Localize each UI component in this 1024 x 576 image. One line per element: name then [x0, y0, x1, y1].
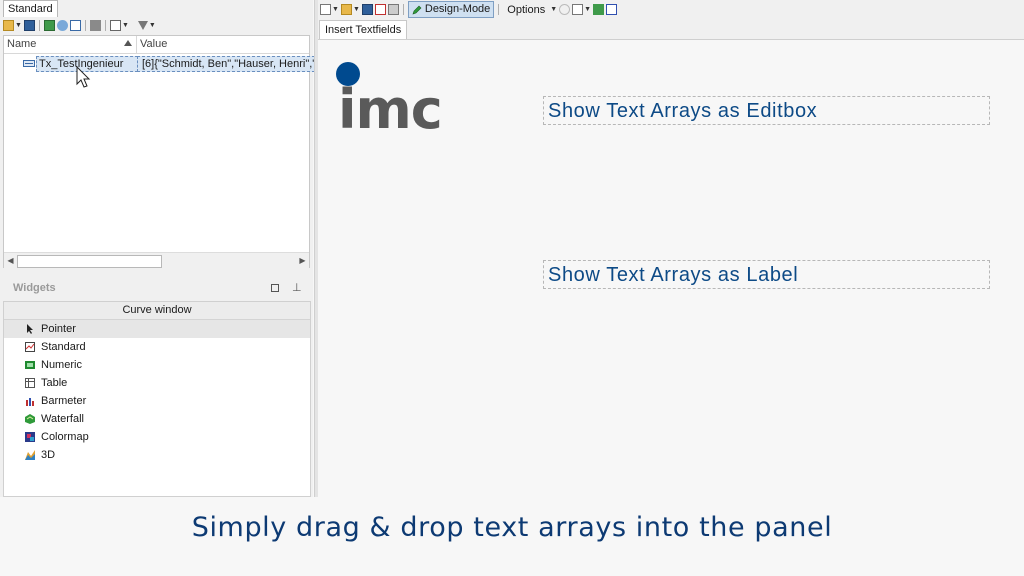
standard-chart-icon — [25, 342, 35, 352]
toolbar-separator — [498, 4, 500, 15]
variable-list[interactable]: Name Value Tx_TestIngenieur [6]{"Schmidt… — [3, 35, 315, 268]
widget-item-table[interactable]: Table — [4, 374, 310, 392]
widgets-header: Widgets ⊥ — [3, 278, 310, 299]
design-mode-button[interactable]: Design-Mode — [407, 1, 495, 18]
colormap-icon — [25, 432, 35, 442]
toolbar-separator — [402, 4, 404, 15]
widget-label: 3D — [41, 449, 56, 461]
widget-item-3d[interactable]: 3D — [4, 446, 310, 464]
scroll-left-arrow-icon[interactable]: ◀ — [5, 254, 16, 267]
textfield-editbox[interactable]: Show Text Arrays as Editbox — [543, 96, 990, 125]
widget-item-colormap[interactable]: Colormap — [4, 428, 310, 446]
tab-insert-textfields[interactable]: Insert Textfields — [319, 20, 408, 39]
import-icon[interactable] — [43, 19, 55, 31]
open-folder-icon[interactable] — [340, 4, 352, 15]
widget-item-standard[interactable]: Standard — [4, 338, 310, 356]
toolbar-separator — [38, 19, 40, 31]
widget-label: Waterfall — [41, 413, 84, 425]
filter-icon[interactable] — [137, 20, 148, 30]
widgets-title: Widgets — [13, 282, 56, 294]
variable-list-header: Name Value — [4, 36, 309, 54]
horizontal-scrollbar[interactable]: ◀ ▶ — [4, 252, 309, 268]
pdf-icon[interactable] — [374, 4, 386, 15]
variable-value: [6]{"Schmidt, Ben","Hauser, Henri","M — [137, 56, 315, 72]
widget-label: Numeric — [41, 359, 82, 371]
clip-icon[interactable] — [56, 19, 68, 31]
undo-icon[interactable] — [559, 4, 571, 15]
new-page-icon[interactable] — [320, 4, 331, 15]
dropdown-arrow-icon[interactable]: ▼ — [122, 22, 129, 29]
waterfall-icon — [25, 414, 35, 424]
text-array-icon — [23, 60, 35, 67]
scroll-right-arrow-icon[interactable]: ▶ — [297, 254, 308, 267]
widget-label: Pointer — [41, 323, 76, 335]
copy-page-icon[interactable] — [572, 4, 584, 15]
save-icon[interactable] — [361, 4, 373, 15]
mouse-cursor-icon — [76, 66, 91, 88]
options-menu[interactable]: Options — [503, 4, 549, 16]
toolbar-separator — [133, 20, 134, 31]
category-header[interactable]: Curve window — [4, 302, 310, 320]
variable-row[interactable]: Tx_TestIngenieur [6]{"Schmidt, Ben","Hau… — [4, 56, 315, 72]
textfield-label[interactable]: Show Text Arrays as Label — [543, 260, 990, 289]
widget-item-waterfall[interactable]: Waterfall — [4, 410, 310, 428]
widget-label: Colormap — [41, 431, 89, 443]
widget-item-pointer[interactable]: Pointer — [4, 320, 310, 338]
toolbar-separator — [104, 19, 106, 31]
pointer-icon — [27, 324, 33, 334]
panel-tabstrip: Insert Textfields — [318, 19, 1024, 40]
panel-toolbar: ▼ ▼ Design-Mode Options ▼ ▼ — [318, 0, 1024, 19]
dropdown-arrow-icon[interactable]: ▼ — [353, 6, 360, 13]
imc-logo: imc — [338, 78, 443, 141]
export-icon[interactable] — [593, 4, 605, 15]
data-browser-panel: Standard ▼ ▼ ▼ Name Value Tx_TestIngenie… — [0, 0, 315, 497]
widgets-panel: Curve window Pointer Standard Numeric Ta… — [3, 301, 311, 497]
dropdown-arrow-icon[interactable]: ▼ — [15, 22, 22, 29]
pencil-icon — [412, 5, 422, 14]
barmeter-icon — [26, 398, 34, 406]
tab-standard[interactable]: Standard — [3, 0, 58, 17]
print-icon[interactable] — [387, 4, 399, 15]
dropdown-arrow-icon[interactable]: ▼ — [584, 6, 591, 13]
panel-canvas[interactable]: imc Show Text Arrays as Editbox Show Tex… — [318, 40, 1024, 497]
dropdown-arrow-icon[interactable]: ▼ — [332, 6, 339, 13]
exit-icon[interactable] — [606, 4, 618, 15]
video-caption: Simply drag & drop text arrays into the … — [191, 512, 833, 543]
column-header-name[interactable]: Name — [7, 36, 137, 53]
3d-icon — [25, 450, 35, 460]
maximize-icon[interactable] — [271, 284, 279, 292]
open-folder-icon[interactable] — [3, 19, 14, 31]
pin-icon[interactable]: ⊥ — [292, 281, 302, 294]
save-icon[interactable] — [23, 19, 35, 31]
column-header-value[interactable]: Value — [140, 36, 308, 53]
numeric-icon — [25, 361, 35, 369]
widget-item-numeric[interactable]: Numeric — [4, 356, 310, 374]
scrollbar-thumb[interactable] — [17, 255, 162, 268]
left-tabstrip: Standard — [0, 0, 313, 17]
widget-item-barmeter[interactable]: Barmeter — [4, 392, 310, 410]
widget-label: Barmeter — [41, 395, 87, 407]
table-icon[interactable] — [69, 19, 81, 31]
sort-ascending-icon — [124, 40, 132, 46]
toolbar-separator — [84, 19, 86, 31]
table-icon — [25, 378, 35, 388]
widget-label: Table — [41, 377, 68, 389]
delete-icon[interactable] — [89, 19, 101, 31]
dropdown-arrow-icon[interactable]: ▼ — [149, 22, 156, 29]
widget-label: Standard — [41, 341, 86, 353]
left-toolbar: ▼ ▼ ▼ — [0, 17, 313, 33]
dropdown-arrow-icon[interactable]: ▼ — [550, 6, 557, 13]
design-mode-label: Design-Mode — [424, 3, 491, 15]
view-icon[interactable] — [109, 19, 121, 31]
